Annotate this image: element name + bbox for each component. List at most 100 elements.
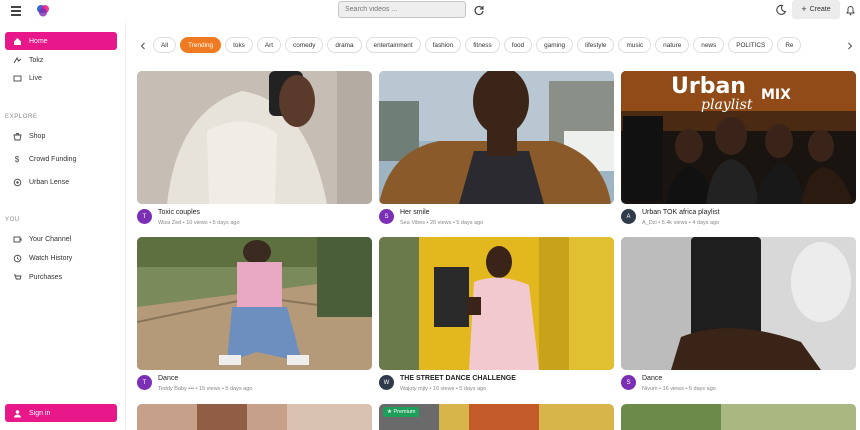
logo-icon[interactable] (36, 4, 50, 17)
sidebar-item-crowd-funding[interactable]: $ Crowd Funding (5, 150, 117, 168)
video-thumbnail[interactable] (621, 237, 856, 370)
chevron-left-icon[interactable] (137, 40, 149, 52)
refresh-icon[interactable] (473, 4, 485, 16)
chip-re[interactable]: Re (777, 37, 802, 53)
sidebar-item-label: Urban Lense (29, 178, 70, 186)
video-title[interactable]: THE STREET DANCE CHALLENGE (400, 375, 516, 382)
video-thumbnail-partial[interactable] (137, 404, 372, 430)
video-thumbnail[interactable]: Urban playlist MIX (621, 71, 856, 204)
sidebar-item-label: Your Channel (29, 235, 72, 243)
chip-trending[interactable]: Trending (180, 37, 222, 53)
video-thumbnail-partial[interactable]: ★ Premium (379, 404, 614, 430)
sidebar-item-purchases[interactable]: Purchases (5, 268, 117, 286)
channel-avatar[interactable]: A (621, 209, 636, 224)
sidebar-item-label: Tokz (29, 56, 44, 64)
thumbnail-image (137, 71, 372, 204)
channel-avatar[interactable]: S (379, 209, 394, 224)
chip-comedy[interactable]: comedy (285, 37, 324, 53)
chip-fitness[interactable]: fitness (465, 37, 500, 53)
sidebar-item-label: Home (29, 37, 48, 45)
video-title[interactable]: Dance (642, 375, 662, 382)
plus-icon: + (801, 4, 807, 14)
app-root: + Create Home Tokz Live EXPLORE (0, 0, 860, 430)
chip-politics[interactable]: POLITICS (728, 37, 774, 53)
chip-fashion[interactable]: fashion (424, 37, 462, 53)
video-title[interactable]: Toxic couples (158, 209, 200, 216)
thumbnail-image (621, 404, 856, 430)
theme-toggle-icon[interactable] (775, 4, 787, 16)
video-meta: Sea Vibes • 26 views • 5 days ago (400, 220, 484, 226)
video-card[interactable]: S Her smile Sea Vibes • 26 views • 5 day… (379, 71, 614, 230)
sidebar-item-label: Watch History (29, 254, 73, 262)
section-title-you: YOU (5, 217, 20, 223)
sign-in-label: Sign in (29, 409, 51, 417)
channel-icon (12, 234, 22, 244)
create-label: Create (809, 6, 831, 13)
channel-avatar[interactable]: T (137, 209, 152, 224)
sidebar-item-tokz[interactable]: Tokz (5, 51, 117, 69)
sidebar-item-label: Shop (29, 132, 46, 140)
video-title[interactable]: Dance (158, 375, 178, 382)
chip-gaming[interactable]: gaming (536, 37, 574, 53)
thumbnail-text: MIX (761, 87, 791, 103)
history-icon (12, 253, 22, 263)
video-thumbnail[interactable] (137, 71, 372, 204)
video-thumbnail[interactable] (379, 71, 614, 204)
chevron-right-icon[interactable] (844, 40, 856, 52)
video-thumbnail[interactable] (379, 237, 614, 370)
channel-avatar[interactable]: T (137, 375, 152, 390)
video-meta: Teddy Baby ••• • 15 views • 5 days ago (158, 386, 253, 392)
chip-music[interactable]: music (618, 37, 652, 53)
video-title[interactable]: Urban TOK africa playlist (642, 209, 720, 216)
user-icon (12, 408, 22, 418)
top-bar: + Create (0, 0, 860, 22)
live-icon (12, 73, 22, 83)
home-icon (12, 36, 22, 46)
sidebar-item-your-channel[interactable]: Your Channel (5, 230, 117, 248)
sidebar-item-label: Crowd Funding (29, 155, 77, 163)
chip-drama[interactable]: drama (327, 37, 362, 53)
chip-lifestyle[interactable]: lifestyle (577, 37, 615, 53)
bell-icon[interactable] (845, 4, 856, 16)
video-card[interactable]: T Toxic couples Wiza Zed • 10 views • 5 … (137, 71, 372, 230)
video-thumbnail[interactable] (137, 237, 372, 370)
sidebar-item-label: Live (29, 74, 42, 82)
thumbnail-image (137, 237, 372, 370)
chip-row: All Trending toks Art comedy drama entertainme… (153, 37, 841, 53)
video-card[interactable]: S Dance Nivum • 16 views • 5 days ago (621, 237, 856, 396)
sidebar-item-shop[interactable]: Shop (5, 127, 117, 145)
thumbnail-image (379, 237, 614, 370)
video-thumbnail-partial[interactable] (621, 404, 856, 430)
search-input[interactable] (338, 1, 466, 18)
video-meta: A_Dzi • 5.4k views • 4 days ago (642, 220, 720, 226)
chip-entertainment[interactable]: entertainment (365, 37, 421, 53)
sidebar-item-urban-lense[interactable]: Urban Lense (5, 173, 117, 191)
menu-icon[interactable] (10, 5, 22, 17)
chip-nature[interactable]: nature (655, 37, 690, 53)
sidebar-item-label: Purchases (29, 273, 63, 281)
purchase-icon (12, 272, 22, 282)
video-title[interactable]: Her smile (400, 209, 430, 216)
create-button[interactable]: + Create (792, 0, 840, 19)
thumbnail-image (137, 404, 372, 430)
sidebar-item-live[interactable]: Live (5, 69, 117, 87)
video-meta: Wiza Zed • 10 views • 5 days ago (158, 220, 240, 226)
chip-all[interactable]: All (153, 37, 177, 53)
channel-avatar[interactable]: S (621, 375, 636, 390)
channel-avatar[interactable]: W (379, 375, 394, 390)
sidebar-item-watch-history[interactable]: Watch History (5, 249, 117, 267)
lens-icon (12, 177, 22, 187)
sidebar-item-home[interactable]: Home (5, 32, 117, 50)
chip-art[interactable]: Art (256, 37, 282, 53)
sign-in-button[interactable]: Sign in (5, 404, 117, 422)
video-card[interactable]: Urban playlist MIX A Urban TOK africa pl… (621, 71, 856, 230)
thumbnail-image (379, 71, 614, 204)
premium-badge: ★ Premium (383, 407, 420, 417)
chip-food[interactable]: food (503, 37, 533, 53)
chip-news[interactable]: news (693, 37, 725, 53)
chip-toks[interactable]: toks (225, 37, 253, 53)
video-card[interactable]: T Dance Teddy Baby ••• • 15 views • 5 da… (137, 237, 372, 396)
thumbnail-text: Urban (671, 74, 746, 99)
video-meta: Wajoty mjiy • 16 views • 5 days ago (400, 386, 487, 392)
video-card[interactable]: W THE STREET DANCE CHALLENGE Wajoty mjiy… (379, 237, 614, 396)
